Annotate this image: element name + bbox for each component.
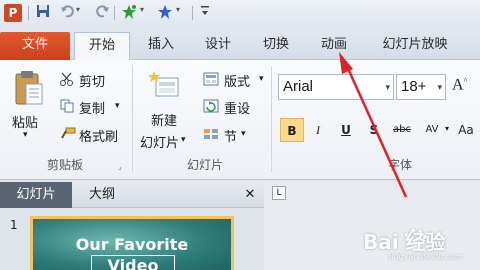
baidu-watermark: Bai 经验 jingyan.baidu.com <box>363 222 477 262</box>
watermark-text: Bai 经验 <box>363 230 446 254</box>
watermark-url: jingyan.baidu.com <box>389 252 463 261</box>
